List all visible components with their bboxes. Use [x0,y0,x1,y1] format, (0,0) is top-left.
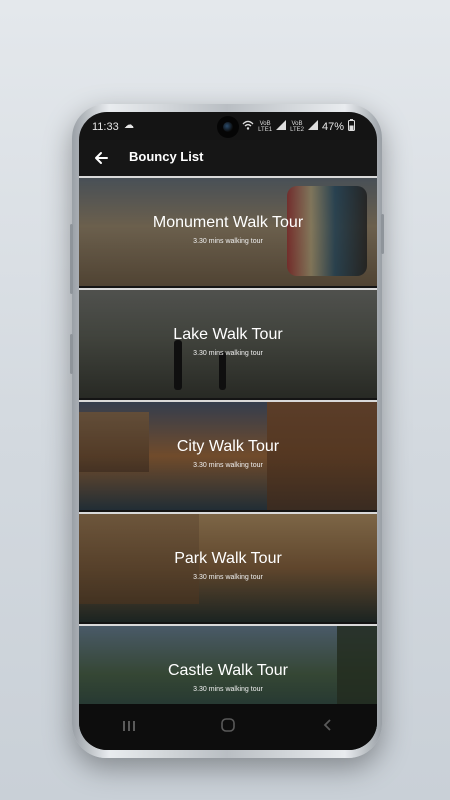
image-overlay [79,402,377,510]
signal-1-icon [276,120,287,133]
battery-icon [348,119,355,134]
recent-apps-icon[interactable] [109,712,149,742]
back-icon[interactable] [307,712,347,742]
tour-title: Monument Walk Tour [152,214,304,231]
home-icon[interactable] [208,712,248,742]
network-2-label: VoB LTE2 [290,120,304,133]
phone-side-button-left-2 [70,334,73,374]
tour-subtitle: 3.30 mins walking tour [193,350,263,357]
tour-subtitle: 3.30 mins walking tour [193,462,263,469]
tour-subtitle: 3.30 mins walking tour [193,238,263,245]
image-overlay [79,514,377,622]
tour-card-lake[interactable]: Lake Walk Tour 3.30 mins walking tour [79,288,377,398]
tour-title: Park Walk Tour [174,550,282,567]
tour-title: Lake Walk Tour [173,326,283,343]
front-camera [217,116,239,138]
signal-2-icon [307,120,318,133]
tour-card-city[interactable]: City Walk Tour 3.30 mins walking tour [79,400,377,510]
image-overlay [79,178,377,286]
phone-screen: 11:33 ☁ VoB LTE1 VoB LTE2 47% Bouncy Lis… [79,112,377,750]
tour-subtitle: 3.30 mins walking tour [193,574,263,581]
phone-side-button-right [381,214,384,254]
tour-subtitle: 3.30 mins walking tour [193,686,263,693]
tour-list: Monument Walk Tour 3.30 mins walking tou… [79,176,377,736]
system-nav-bar [79,704,377,750]
phone-side-button-left [70,224,73,294]
status-icons: VoB LTE1 VoB LTE2 47% [242,119,355,134]
arrow-left-icon[interactable] [89,146,113,170]
tour-title: City Walk Tour [176,438,280,455]
network-1-label: VoB LTE1 [258,120,273,133]
tour-title: Castle Walk Tour [167,662,289,679]
status-time: 11:33 [92,121,119,133]
tour-card-park[interactable]: Park Walk Tour 3.30 mins walking tour [79,512,377,622]
status-bar: 11:33 ☁ VoB LTE1 VoB LTE2 47% [79,112,377,140]
image-overlay [79,290,377,398]
tour-card-monument[interactable]: Monument Walk Tour 3.30 mins walking tou… [79,176,377,286]
battery-level: 47% [321,120,344,133]
app-bar: Bouncy List [79,140,377,176]
wifi-icon [242,120,254,133]
page-title: Bouncy List [129,149,204,164]
cloud-icon: ☁ [124,120,134,131]
